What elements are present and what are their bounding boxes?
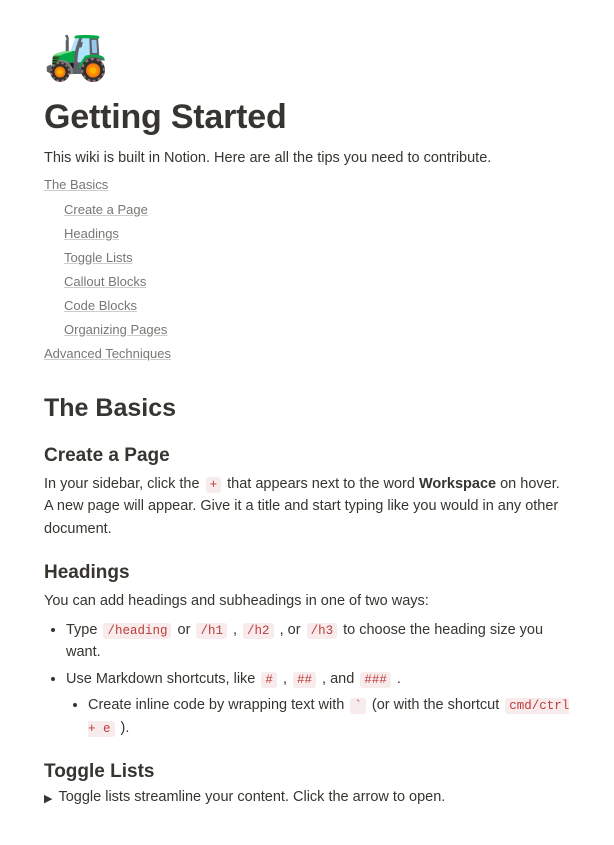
code-hash3: ### xyxy=(360,672,391,688)
toggle-block[interactable]: ▶ Toggle lists streamline your content. … xyxy=(44,789,570,805)
heading-toggle-lists: Toggle Lists xyxy=(44,761,570,783)
text-span: (or with the shortcut xyxy=(368,697,503,713)
toc-link-callout-blocks[interactable]: Callout Blocks xyxy=(64,274,146,289)
page-icon[interactable]: 🚜 xyxy=(44,28,570,80)
toc-link-headings[interactable]: Headings xyxy=(64,226,119,241)
code-hash2: ## xyxy=(293,672,316,688)
code-h2: /h2 xyxy=(243,623,274,639)
toc-link-advanced[interactable]: Advanced Techniques xyxy=(44,346,171,361)
code-h3: /h3 xyxy=(307,623,338,639)
text-bold-workspace: Workspace xyxy=(419,476,496,492)
list-item: Type /heading or /h1 , /h2 , or /h3 to c… xyxy=(66,619,570,664)
headings-list: Type /heading or /h1 , /h2 , or /h3 to c… xyxy=(44,619,570,739)
text-span: or xyxy=(173,622,194,638)
code-backtick: ` xyxy=(350,698,366,714)
page-content: 🚜 Getting Started This wiki is built in … xyxy=(0,0,614,845)
text-span: , xyxy=(279,671,291,687)
toc-link-toggle-lists[interactable]: Toggle Lists xyxy=(64,250,133,265)
heading-create-page: Create a Page xyxy=(44,445,570,467)
text-span: Create inline code by wrapping text with xyxy=(88,697,348,713)
toc-link-create-page[interactable]: Create a Page xyxy=(64,202,148,217)
text-span: that appears next to the word xyxy=(223,476,419,492)
heading-headings: Headings xyxy=(44,562,570,584)
text-span: Use Markdown shortcuts, like xyxy=(66,671,259,687)
create-page-text: In your sidebar, click the + that appear… xyxy=(44,473,570,540)
text-span: , or xyxy=(276,622,305,638)
intro-text: This wiki is built in Notion. Here are a… xyxy=(44,147,570,169)
page-title: Getting Started xyxy=(44,98,570,137)
text-span: , xyxy=(229,622,241,638)
chevron-right-icon[interactable]: ▶ xyxy=(44,789,52,805)
heading-the-basics: The Basics xyxy=(44,394,570,423)
text-span: Type xyxy=(66,622,101,638)
text-span: ). xyxy=(117,720,130,736)
code-hash: # xyxy=(261,672,277,688)
list-item: Create inline code by wrapping text with… xyxy=(88,694,570,739)
code-plus: + xyxy=(206,477,222,493)
code-h1: /h1 xyxy=(196,623,227,639)
text-span: , and xyxy=(318,671,358,687)
toc-link-code-blocks[interactable]: Code Blocks xyxy=(64,298,137,313)
headings-intro: You can add headings and subheadings in … xyxy=(44,590,570,612)
code-slash-heading: /heading xyxy=(103,623,171,639)
text-span: . xyxy=(393,671,401,687)
nested-list: Create inline code by wrapping text with… xyxy=(66,694,570,739)
text-span: In your sidebar, click the xyxy=(44,476,204,492)
toc-link-basics[interactable]: The Basics xyxy=(44,177,108,192)
toc-link-organizing-pages[interactable]: Organizing Pages xyxy=(64,322,167,337)
table-of-contents: The Basics Create a Page Headings Toggle… xyxy=(44,173,570,365)
toggle-text: Toggle lists streamline your content. Cl… xyxy=(58,789,445,805)
list-item: Use Markdown shortcuts, like # , ## , an… xyxy=(66,668,570,739)
